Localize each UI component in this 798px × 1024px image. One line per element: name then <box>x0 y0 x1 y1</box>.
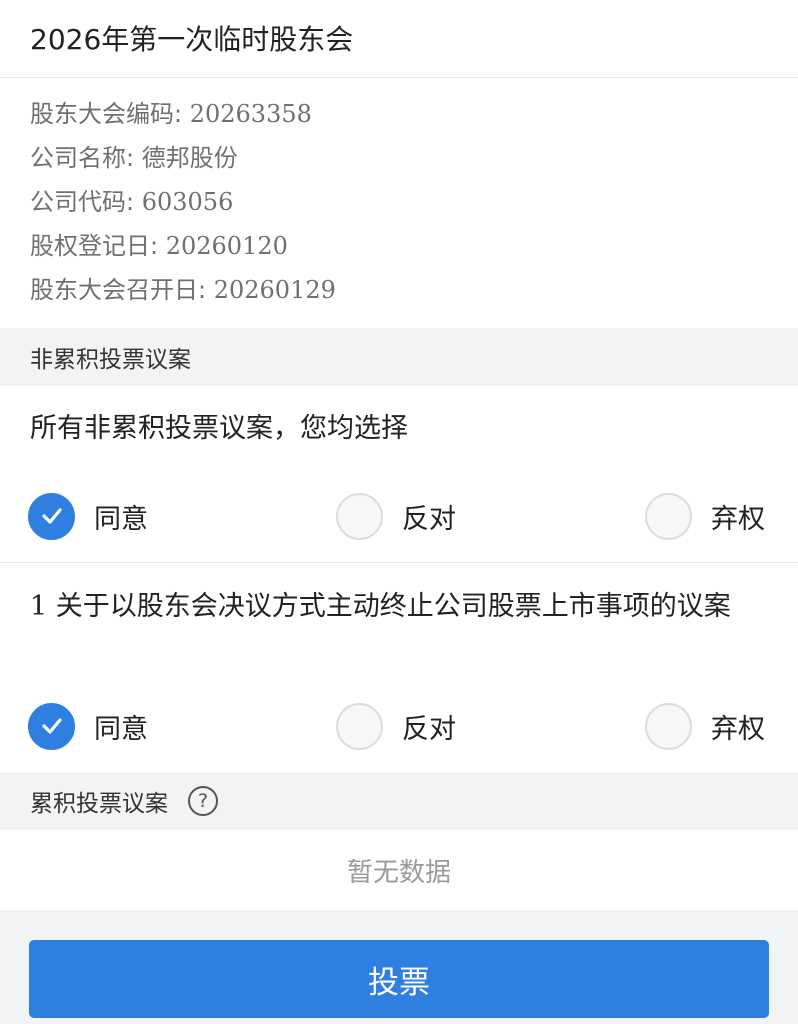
info-meeting-code-label: 股东大会编码: <box>30 100 190 128</box>
all-agree-label: 同意 <box>94 503 148 535</box>
info-company-code-label: 公司代码: <box>30 188 142 216</box>
proposal-1-options: 同意 反对 弃权 <box>0 701 798 751</box>
radio-unchecked-icon[interactable] <box>336 702 383 750</box>
empty-state: 暂无数据 <box>346 857 451 888</box>
radio-unchecked-icon[interactable] <box>336 492 383 540</box>
cumulative-section-header: 累积投票议案 ? <box>0 772 798 830</box>
all-proposals-prompt: 所有非累积投票议案，您均选择 <box>30 413 408 444</box>
check-icon[interactable] <box>28 492 75 540</box>
meeting-title: 2026年第一次临时股东会 <box>0 0 798 78</box>
cumulative-section-title: 累积投票议案 <box>30 791 168 817</box>
info-company-code-value: 603056 <box>141 188 234 216</box>
info-company-name-value: 德邦股份 <box>141 144 238 172</box>
proposal-1-oppose-option[interactable]: 反对 <box>336 701 456 751</box>
divider <box>0 562 798 563</box>
proposal-1-number: 1 <box>30 591 48 622</box>
non-cumulative-section-header: 非累积投票议案 <box>0 328 798 386</box>
proposal-1-text: 1 关于以股东会决议方式主动终止公司股票上市事项的议案 <box>30 588 772 625</box>
radio-unchecked-icon[interactable] <box>645 702 692 750</box>
radio-unchecked-icon[interactable] <box>645 492 692 540</box>
all-oppose-option[interactable]: 反对 <box>336 491 456 541</box>
info-meeting-date: 股东大会召开日: 20260129 <box>30 274 768 318</box>
proposal-1-abstain-option[interactable]: 弃权 <box>645 701 765 751</box>
all-oppose-label: 反对 <box>402 503 456 535</box>
all-abstain-option[interactable]: 弃权 <box>645 491 765 541</box>
help-icon[interactable]: ? <box>188 786 218 816</box>
proposal-1-title: 关于以股东会决议方式主动终止公司股票上市事项的议案 <box>47 591 731 622</box>
all-proposals-options: 同意 反对 弃权 <box>0 491 798 541</box>
info-record-date-label: 股权登记日: <box>30 232 166 260</box>
proposal-1-agree-label: 同意 <box>94 713 148 745</box>
info-meeting-date-label: 股东大会召开日: <box>30 276 214 304</box>
info-company-code: 公司代码: 603056 <box>30 186 768 230</box>
all-agree-option[interactable]: 同意 <box>28 491 148 541</box>
info-meeting-date-value: 20260129 <box>213 276 336 304</box>
proposal-1-abstain-label: 弃权 <box>711 713 765 745</box>
meeting-info: 股东大会编码: 20263358 公司名称: 德邦股份 公司代码: 603056… <box>0 78 798 326</box>
info-meeting-code: 股东大会编码: 20263358 <box>30 98 768 142</box>
info-record-date-value: 20260120 <box>165 232 288 260</box>
info-company-name: 公司名称: 德邦股份 <box>30 142 768 186</box>
info-record-date: 股权登记日: 20260120 <box>30 230 768 274</box>
check-icon[interactable] <box>28 702 75 750</box>
all-abstain-label: 弃权 <box>711 503 765 535</box>
vote-button[interactable]: 投票 <box>29 940 769 1018</box>
info-meeting-code-value: 20263358 <box>189 100 312 128</box>
proposal-1-agree-option[interactable]: 同意 <box>28 701 148 751</box>
info-company-name-label: 公司名称: <box>30 144 142 172</box>
proposal-1-oppose-label: 反对 <box>402 713 456 745</box>
